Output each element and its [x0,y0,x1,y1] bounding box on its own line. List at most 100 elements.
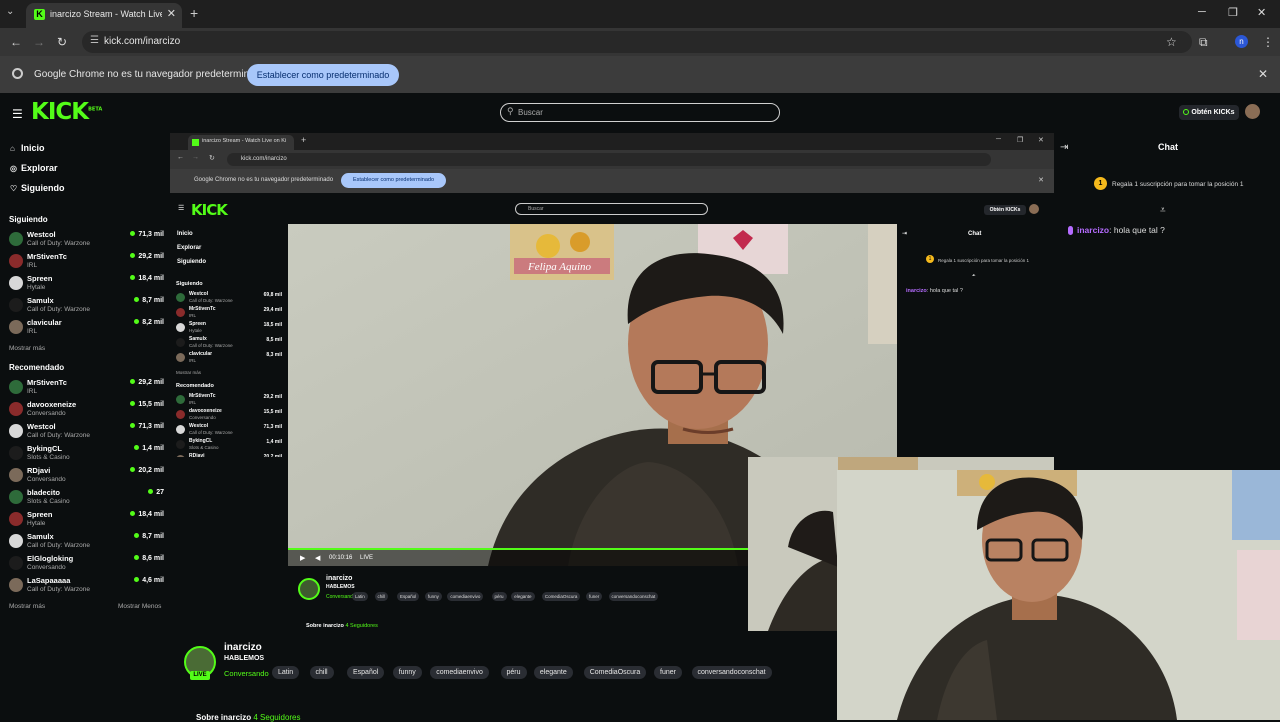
embedded-stream-tag[interactable]: elegante [511,592,535,601]
stream-tag[interactable]: conversandoconschat [691,666,772,679]
channel-category: Call of Duty: Warzone [27,586,90,593]
search-input[interactable]: ⚲ Buscar [500,103,780,122]
stream-tag[interactable]: péru [500,666,527,679]
collapse-chat-icon[interactable]: ⇥ [1060,142,1068,153]
recommended-channel[interactable]: bladecito Slots & Casino 27 [9,487,164,509]
recommended-channel[interactable]: LaSapaaaaa Call of Duty: Warzone 4,6 mil [9,575,164,597]
channel-name: bladecito [27,488,60,497]
stream-tag[interactable]: elegante [533,666,573,679]
play-icon[interactable]: ▶ [300,554,305,562]
recommended-channel[interactable]: MrStivenTc IRL 29,2 mil [9,377,164,399]
embedded-stream-tag[interactable]: funer [586,592,603,601]
forward-icon[interactable]: → [33,35,45,49]
embedded-stream-tag[interactable]: Latin [352,592,368,601]
pinned-icon[interactable]: ⩡ [1160,205,1166,216]
bookmark-star-icon[interactable]: ☆ [1166,35,1177,49]
stream-tag[interactable]: ComediaOscura [583,666,647,679]
back-icon[interactable]: ← [10,35,22,49]
set-default-button[interactable]: Establecer como predeterminado [247,64,399,86]
embedded-stream-tag[interactable]: comediaenvivo [447,592,484,601]
embedded-stream-tag[interactable]: chill [374,592,389,601]
embedded-recommended-channel[interactable]: davooxeneize Conversando 15,5 mil [176,408,282,423]
embedded-recommended-channel[interactable]: MrStivenTc IRL 29,2 mil [176,393,282,408]
embedded-chat: ⇥ Chat 1 Regala 1 suscripción para tomar… [898,224,1054,457]
embedded-forward-icon: → [192,154,199,161]
recommended-channel[interactable]: davooxeneize Conversando 15,5 mil [9,399,164,421]
show-more-link-2[interactable]: Mostrar más [9,603,45,610]
maximize-icon[interactable]: ❐ [1228,6,1238,19]
user-avatar[interactable] [1245,104,1260,119]
viewer-count: 29,4 mil [263,307,282,313]
channel-name: davooxeneize [189,408,222,414]
browser-tab[interactable]: K inarcizo Stream - Watch Live on Kick ✕ [26,3,182,28]
tab-search-icon[interactable]: ⌄ [6,6,14,17]
embedded-following-channel[interactable]: Spreen Hytale 18,5 mil [176,321,282,336]
embedded-following-channel[interactable]: MrStivenTc IRL 29,4 mil [176,306,282,321]
stream-tag[interactable]: chill [309,666,334,679]
stream-tag[interactable]: funny [392,666,422,679]
kick-favicon-icon: K [34,9,45,20]
stream-tag[interactable]: Español [347,666,385,679]
tab-close-icon[interactable]: ✕ [167,7,176,20]
embedded-stream-tag[interactable]: conversandoconschat [608,592,659,601]
embedded-stream-tag[interactable]: Español [397,592,420,601]
following-channel[interactable]: MrStivenTc IRL 29,2 mil [9,251,164,273]
embedded-stream-tag[interactable]: funny [424,592,442,601]
stream-tag[interactable]: Latin [272,666,300,679]
embedded-recommended-channel[interactable]: RDjaviConversando20,2 mil [176,453,282,457]
following-channel[interactable]: clavicular IRL 8,2 mil [9,317,164,339]
recommended-channel[interactable]: BykingCL Slots & Casino 1,4 mil [9,443,164,465]
get-kicks-button[interactable]: Obtén KICKs [1179,105,1239,120]
stream-tag[interactable]: funer [654,666,682,679]
channel-name: MrStivenTc [189,393,216,399]
embedded-recommended-channel[interactable]: Westcol Call of Duty: Warzone 71,3 mil [176,423,282,438]
video-progress-bar[interactable] [288,548,748,550]
new-tab-icon[interactable]: + [190,5,198,21]
minimize-icon[interactable]: ─ [1198,6,1206,18]
reload-icon[interactable]: ↻ [57,35,67,49]
show-less-link[interactable]: Mostrar Menos [118,603,161,610]
embedded-hamburger-icon: ☰ [178,205,185,212]
infobar-close-icon[interactable]: ✕ [1258,67,1268,81]
hamburger-menu-icon[interactable]: ☰ [12,107,23,121]
viewer-count: 20,2 mil [263,454,282,457]
profile-avatar[interactable]: n [1235,35,1248,48]
embedded-recommended-channel[interactable]: BykingCL Slots & Casino 1,4 mil [176,438,282,453]
following-channel[interactable]: Spreen Hytale 18,4 mil [9,273,164,295]
following-channel[interactable]: Westcol Call of Duty: Warzone 71,3 mil [9,229,164,251]
nav-explorar[interactable]: ◎ Explorar [10,163,58,173]
embedded-following-channel[interactable]: Westcol Call of Duty: Warzone 69,8 mil [176,291,282,306]
stream-category[interactable]: Conversando [224,669,269,678]
recommended-channel[interactable]: ElGlogloking Conversando 8,6 mil [9,553,164,575]
channel-name: Samulx [27,296,54,305]
nav-inicio[interactable]: ⌂ Inicio [10,143,45,153]
about-section: Sobre inarcizo 4 Seguidores [196,713,301,722]
embedded-site-header: ☰ KICK Buscar Obtén KICKs [170,193,1054,224]
embedded-back-icon: ← [177,154,184,161]
channel-category: IRL [27,388,38,395]
streamer-name[interactable]: inarcizo [224,642,262,653]
volume-icon[interactable]: ◀ [315,554,320,562]
site-info-icon[interactable]: ☰ [90,35,99,46]
embedded-tab: inarcizo Stream - Watch Live on Kick [188,135,294,150]
show-more-link[interactable]: Mostrar más [9,345,45,352]
following-channel[interactable]: Samulx Call of Duty: Warzone 8,7 mil [9,295,164,317]
embedded-following-channel[interactable]: Samulx Call of Duty: Warzone 8,5 mil [176,336,282,351]
address-bar[interactable]: ☰ kick.com/inarcizo [82,31,1192,53]
viewer-count: 71,3 mil [263,424,282,430]
menu-dots-icon[interactable]: ⋮ [1262,35,1274,49]
recommended-channel[interactable]: Spreen Hytale 18,4 mil [9,509,164,531]
recommended-channel[interactable]: Samulx Call of Duty: Warzone 8,7 mil [9,531,164,553]
recommended-channel[interactable]: Westcol Call of Duty: Warzone 71,3 mil [9,421,164,443]
embedded-stream-tag[interactable]: ComediaOscura [541,592,581,601]
window-close-icon[interactable]: ✕ [1257,6,1266,19]
stream-tag[interactable]: comediaenvivo [430,666,489,679]
recommended-channel[interactable]: RDjavi Conversando 20,2 mil [9,465,164,487]
channel-name: clavicular [189,351,213,357]
embedded-following-channel[interactable]: clavicular IRL 8,3 mil [176,351,282,366]
embedded-stream-tag[interactable]: péru [491,592,507,601]
extensions-icon[interactable]: ⧉ [1199,35,1208,50]
nav-siguiendo[interactable]: ♡ Siguiendo [10,183,65,193]
kick-logo[interactable]: KICKBETA [31,99,102,125]
gift-sub-prompt[interactable]: Regala 1 suscripción para tomar la posic… [1112,181,1244,188]
